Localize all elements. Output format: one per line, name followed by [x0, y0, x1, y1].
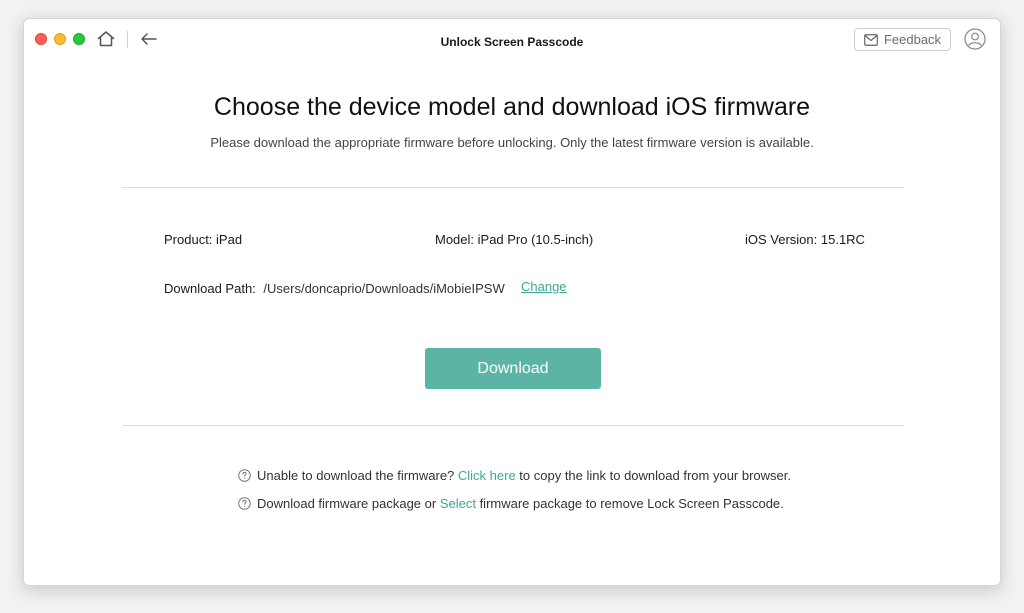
help-line1-text: Unable to download the firmware?: [257, 468, 458, 483]
change-path-link[interactable]: Change: [521, 279, 567, 294]
download-path-value: /Users/doncaprio/Downloads/iMobieIPSW: [263, 281, 505, 296]
select-package-link[interactable]: Select: [440, 496, 476, 511]
download-button[interactable]: Download: [425, 348, 601, 389]
help-line2-text: Download firmware package or: [257, 496, 440, 511]
help-line1-suffix: to copy the link to download from your b…: [515, 468, 791, 483]
download-path-row: Download Path: /Users/doncaprio/Download…: [164, 281, 505, 296]
bottom-divider: [122, 425, 904, 426]
ios-version-info: iOS Version: 15.1RC: [745, 232, 865, 247]
help-line2-suffix: firmware package to remove Lock Screen P…: [475, 496, 784, 511]
app-window: Unlock Screen Passcode Feedback Choose t…: [23, 18, 1001, 586]
question-circle-icon: [238, 497, 251, 510]
page-title: Choose the device model and download iOS…: [213, 93, 811, 121]
user-icon[interactable]: [964, 28, 986, 50]
help-line-copy-link: Unable to download the firmware? Click h…: [238, 468, 791, 483]
title-bar: Unlock Screen Passcode Feedback: [24, 19, 1000, 63]
click-here-link[interactable]: Click here: [458, 468, 516, 483]
help-line-select-package: Download firmware package or Select firm…: [238, 496, 784, 511]
page-subtitle: Please download the appropriate firmware…: [210, 135, 814, 150]
download-path-label: Download Path:: [164, 281, 256, 296]
feedback-label: Feedback: [883, 32, 942, 47]
question-circle-icon: [238, 469, 251, 482]
mail-icon: [864, 33, 878, 46]
product-info: Product: iPad: [164, 232, 243, 247]
model-info: Model: iPad Pro (10.5-inch): [435, 232, 594, 247]
feedback-button[interactable]: Feedback: [854, 28, 951, 51]
top-divider: [122, 187, 904, 188]
